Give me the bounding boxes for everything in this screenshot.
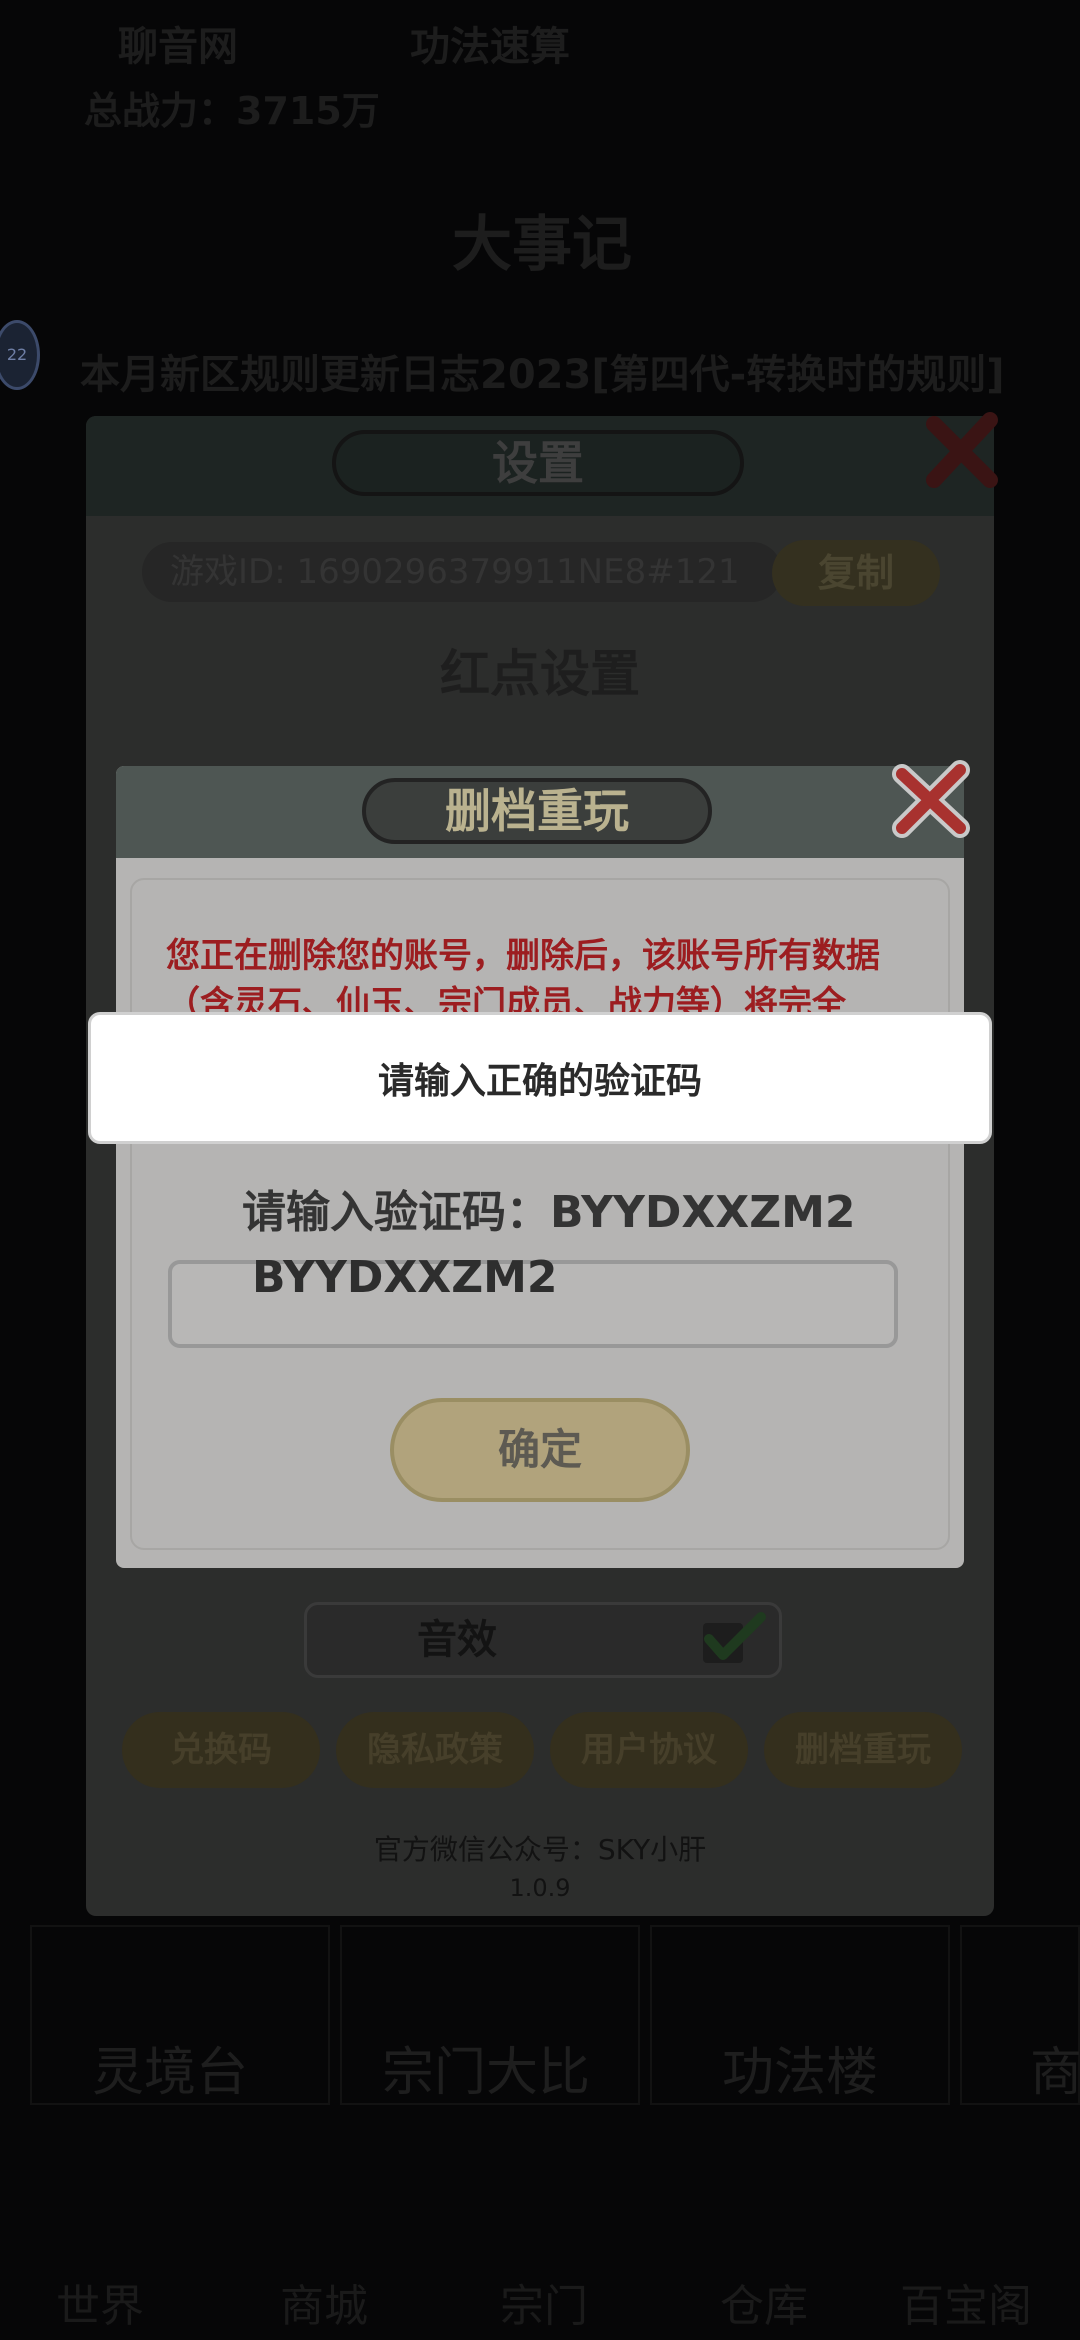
copy-button[interactable]: 复制 — [772, 540, 940, 606]
avatar-level: 22 — [6, 345, 28, 364]
event-title[interactable]: 大事记 — [452, 196, 632, 283]
bottom-tab-world[interactable]: 世界 — [56, 2270, 144, 2334]
menu-label-zongmendabi: 宗门大比 — [382, 2043, 591, 2103]
sound-toggle-row[interactable]: 音效 — [304, 1602, 782, 1678]
menu-label-lingjingtai: 灵境台 — [92, 2043, 249, 2103]
bottom-tab-shop[interactable]: 商城 — [280, 2270, 368, 2334]
checkmark-icon[interactable] — [697, 1609, 767, 1669]
dialog-title: 删档重玩 — [362, 778, 712, 844]
redeem-code-button[interactable]: 兑换码 — [122, 1712, 320, 1788]
top-left-label: 聊音网 — [118, 24, 238, 70]
power-label: 总战力：3715万 — [84, 89, 380, 133]
menu-label-gongfalou: 功法楼 — [722, 2043, 879, 2103]
settings-close-icon[interactable] — [920, 410, 1004, 494]
game-id-field: 游戏ID: 1690296379911NE8#121 — [142, 542, 782, 602]
toast-message: 请输入正确的验证码 — [377, 1061, 702, 1102]
error-toast: 请输入正确的验证码 — [88, 1012, 992, 1144]
settings-title: 设置 — [332, 430, 744, 496]
menu-label-shang: 商 — [1030, 2043, 1080, 2103]
verify-code-prompt: 请输入验证码：BYYDXXZM2 — [242, 1187, 856, 1238]
confirm-button[interactable]: 确定 — [390, 1398, 690, 1502]
version-label: 1.0.9 — [509, 1874, 571, 1902]
top-center-label: 功法速算 — [410, 24, 570, 70]
red-dot-settings-title: 红点设置 — [440, 645, 640, 703]
bottom-tab-sect[interactable]: 宗门 — [500, 2270, 588, 2334]
user-agreement-button[interactable]: 用户协议 — [550, 1712, 748, 1788]
verify-code-value: BYYDXXZM2 — [252, 1252, 558, 1303]
bottom-tab-storage[interactable]: 仓库 — [720, 2270, 808, 2334]
sound-label: 音效 — [417, 1617, 497, 1663]
delete-replay-button[interactable]: 删档重玩 — [764, 1712, 962, 1788]
privacy-policy-button[interactable]: 隐私政策 — [336, 1712, 534, 1788]
wechat-account: 官方微信公众号：SKY小肝 — [373, 1833, 707, 1866]
news-marquee[interactable]: 本月新区规则更新日志2023[第四代-转换时的规则] — [80, 342, 1005, 400]
bottom-tab-treasure[interactable]: 百宝阁 — [900, 2270, 1032, 2334]
dialog-close-icon[interactable] — [886, 756, 976, 844]
player-avatar[interactable]: 22 — [0, 320, 40, 390]
